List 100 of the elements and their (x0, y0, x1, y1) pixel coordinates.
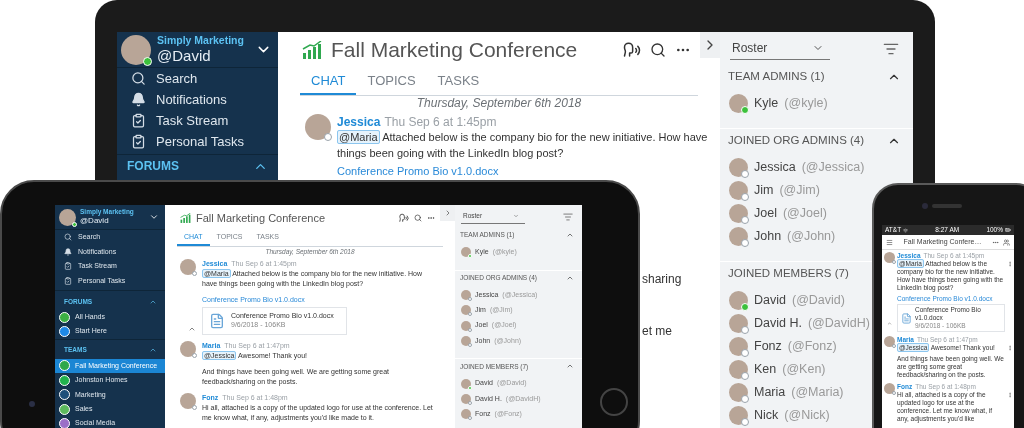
kebab-menu-icon[interactable] (1007, 392, 1013, 398)
mention-tag[interactable]: @Maria (337, 130, 380, 144)
message-time: Thu Sep 6 at 1:45pm (384, 113, 497, 130)
wifi-icon (903, 227, 909, 233)
avatar-photo-placeholder (884, 252, 895, 263)
avatar-photo-placeholder (121, 34, 151, 65)
member-handle: (@Jessica) (801, 159, 865, 177)
avatar-photo-placeholder (729, 406, 748, 425)
avatar-photo-placeholder (461, 378, 471, 389)
member-name[interactable]: Jessica (754, 158, 796, 177)
kebab-menu-icon[interactable] (1007, 345, 1013, 351)
member-name[interactable]: Nick (754, 406, 779, 425)
channel-title: Fall Marketing Conference (196, 210, 326, 226)
clipboard-check-icon (64, 276, 72, 285)
section-header: JOINED ORG ADMINS (4) (728, 133, 865, 149)
avatar-photo-placeholder (180, 259, 196, 275)
document-icon (209, 313, 225, 329)
section-header: TEAM ADMINS (1) (728, 69, 825, 85)
member-name[interactable]: Kyle (754, 94, 779, 113)
bar-chart-icon (302, 41, 322, 59)
member-name[interactable]: Fonz (754, 337, 782, 356)
member-handle: (@Joel) (782, 205, 827, 223)
avatar-photo-placeholder (461, 247, 471, 258)
avatar-photo-placeholder (729, 94, 748, 113)
avatar-photo-placeholder (729, 291, 748, 310)
bell-icon (131, 92, 146, 107)
caret-down-icon (513, 213, 519, 219)
clipboard-check-icon (64, 262, 72, 271)
member-name[interactable]: John (754, 227, 782, 246)
avatar-photo-placeholder (884, 336, 895, 347)
member-name[interactable]: Joel (754, 204, 777, 223)
member-handle: (@Jim) (779, 182, 820, 200)
speaker-icon[interactable] (623, 41, 641, 59)
avatar-photo-placeholder (729, 158, 748, 177)
section-header: FORUMS (127, 158, 179, 175)
member-name[interactable]: David (754, 291, 786, 310)
search-icon (64, 233, 72, 242)
avatar-photo-placeholder (461, 305, 471, 316)
avatar-photo-placeholder (461, 409, 471, 420)
clipboard-check-icon (131, 134, 146, 149)
search-icon (131, 71, 146, 86)
avatar-photo-placeholder (729, 181, 748, 200)
member-name[interactable]: David H. (754, 314, 802, 333)
message-text-fragment: sharing (642, 272, 683, 286)
menu-icon[interactable] (886, 238, 893, 246)
avatar-photo-placeholder (180, 341, 196, 357)
member-handle: (@John) (787, 228, 836, 246)
search-icon[interactable] (650, 42, 666, 58)
document-icon (901, 312, 912, 324)
avatar-photo-placeholder (729, 383, 748, 402)
avatar-photo-placeholder (461, 335, 471, 346)
nav-item[interactable]: Notifications (117, 89, 278, 110)
collapse-panel-button[interactable] (700, 32, 720, 58)
member-handle: (@David) (791, 292, 845, 310)
member-handle: (@DavidH) (807, 315, 870, 333)
attachment-link[interactable]: Conference Promo Bio v1.0.docx (337, 163, 712, 179)
avatar-photo-placeholder (729, 314, 748, 333)
tab[interactable]: TOPICS (356, 68, 427, 95)
avatar-photo-placeholder (729, 204, 748, 223)
clipboard-check-icon (131, 113, 146, 128)
nav-item[interactable]: Search (117, 68, 278, 89)
avatar-photo-placeholder (180, 393, 196, 409)
member-handle: (@Maria) (791, 384, 844, 402)
battery-icon (1005, 227, 1011, 233)
bell-icon (64, 247, 72, 256)
tablet-camera (29, 401, 35, 407)
chevron-down-icon[interactable] (149, 212, 159, 222)
message-text-fragment: et me (642, 324, 673, 338)
avatar-photo-placeholder (729, 227, 748, 246)
member-name[interactable]: Maria (754, 383, 786, 402)
channel-title: Fall Marketing Conference (331, 37, 579, 64)
org-name: Simply Marketing (157, 33, 245, 47)
nav-item[interactable]: Personal Tasks (117, 131, 278, 152)
user-handle: @David (157, 46, 212, 66)
avatar-photo-placeholder (884, 383, 895, 394)
avatar-photo-placeholder (59, 208, 76, 226)
bar-chart-icon (180, 213, 191, 223)
avatar-photo-placeholder (729, 360, 748, 379)
member-handle: (@Fonz) (787, 338, 837, 356)
member-name[interactable]: Jim (754, 181, 774, 200)
nav-item[interactable]: Task Stream (117, 110, 278, 131)
avatar-photo-placeholder (461, 320, 471, 331)
avatar-photo-placeholder (729, 337, 748, 356)
date-divider: Thursday, September 6th 2018 (416, 95, 582, 112)
tab[interactable]: CHAT (300, 68, 357, 95)
message-author[interactable]: Jessica (337, 113, 381, 130)
avatar-photo-placeholder (461, 289, 471, 300)
search-icon[interactable] (414, 214, 422, 222)
member-handle: (@Nick) (784, 407, 830, 425)
people-icon[interactable] (1003, 238, 1010, 246)
member-handle: (@Ken) (782, 361, 826, 379)
tab[interactable]: TASKS (426, 68, 491, 95)
kebab-menu-icon[interactable] (1007, 261, 1013, 267)
avatar-photo-placeholder (305, 114, 331, 140)
member-name[interactable]: Ken (754, 360, 777, 379)
roster-dropdown[interactable]: Roster (730, 37, 830, 60)
message-text: @Maria Attached below is the company bio for the new initiative. How have things been going with the LinkedIn blog post? (337, 129, 709, 161)
chevron-up-icon[interactable] (566, 231, 574, 239)
phone-camera (922, 203, 928, 209)
avatar-photo-placeholder (461, 393, 471, 404)
